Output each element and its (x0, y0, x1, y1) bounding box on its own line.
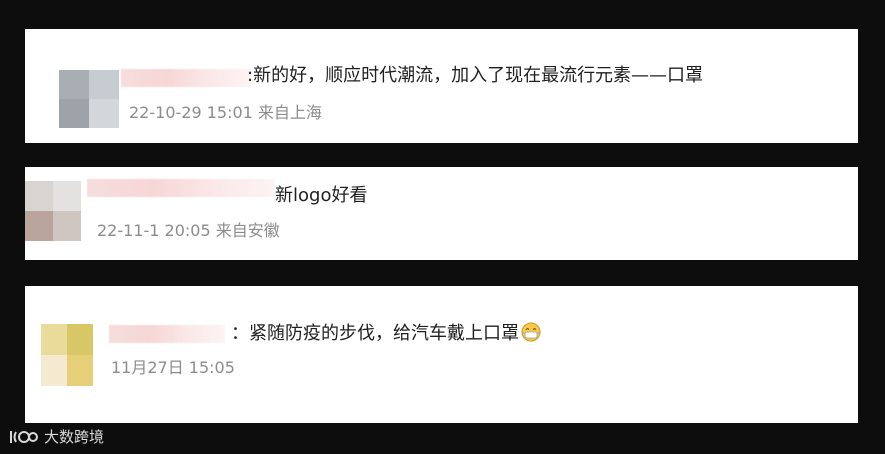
mask-emoji-icon (521, 322, 541, 342)
comment-location: 来自安徽 (215, 221, 280, 240)
comment-date: 22-10-29 15:01 (129, 103, 253, 122)
comment-meta: 22-10-29 15:01 来自上海 (129, 103, 322, 123)
comment-text: ：紧随防疫的步伐，给汽车戴上口罩 (231, 322, 541, 345)
comment-date: 22-11-1 20:05 (97, 221, 211, 240)
avatar[interactable] (25, 181, 81, 241)
comment-card: ：紧随防疫的步伐，给汽车戴上口罩 11月27日 15:05 (25, 286, 858, 423)
watermark: 大数跨境 (8, 426, 104, 448)
username-blurred[interactable] (87, 179, 275, 197)
brand-logo-icon (10, 431, 38, 443)
comment-meta: 11月27日 15:05 (111, 358, 235, 378)
comment-text: 新logo好看 (275, 185, 368, 206)
comment-date: 11月27日 15:05 (111, 358, 235, 377)
comment-text-content: ：紧随防疫的步伐，给汽车戴上口罩 (231, 323, 519, 344)
comment-card: :新的好，顺应时代潮流，加入了现在最流行元素——口罩 22-10-29 15:0… (25, 29, 858, 143)
comment-text: :新的好，顺应时代潮流，加入了现在最流行元素——口罩 (247, 65, 704, 86)
comment-meta: 22-11-1 20:05 来自安徽 (97, 221, 280, 241)
avatar[interactable] (41, 324, 93, 386)
brand-name: 大数跨境 (44, 428, 105, 446)
comment-card: 新logo好看 22-11-1 20:05 来自安徽 (25, 167, 858, 260)
username-blurred[interactable] (109, 325, 225, 343)
avatar[interactable] (59, 70, 119, 128)
comment-location: 来自上海 (257, 103, 322, 122)
username-blurred[interactable] (121, 69, 251, 87)
